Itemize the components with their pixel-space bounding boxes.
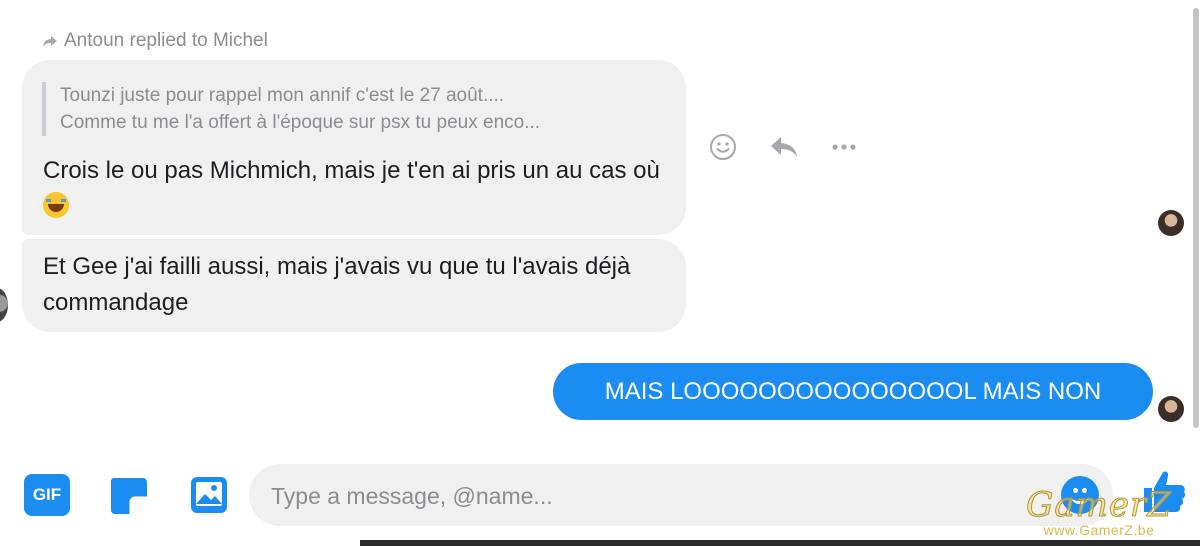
message-bubble-outgoing[interactable]: MAIS LOOOOOOOOOOOOOOOL MAIS NON <box>553 363 1153 420</box>
quoted-message[interactable]: Tounzi juste pour rappel mon annif c'est… <box>42 82 660 136</box>
scrollbar[interactable] <box>1192 0 1200 440</box>
avatar-left-partial <box>0 288 8 322</box>
gif-label: GIF <box>32 485 62 504</box>
message-bubble-incoming[interactable]: Et Gee j'ai failli aussi, mais j'avais v… <box>22 239 686 332</box>
composer-tools: GIF <box>24 473 232 517</box>
message-2-text: Et Gee j'ai failli aussi, mais j'avais v… <box>43 253 631 316</box>
message-actions <box>708 131 858 163</box>
tears-of-joy-emoji-icon <box>43 192 69 218</box>
gif-icon: GIF <box>24 474 70 516</box>
message-bubble-incoming[interactable]: Tounzi juste pour rappel mon annif c'est… <box>22 60 686 235</box>
message-input[interactable] <box>269 476 1033 516</box>
bottom-bar <box>360 540 1200 546</box>
avatar[interactable] <box>1158 210 1184 236</box>
avatar[interactable] <box>1158 396 1184 422</box>
message-1-text: Crois le ou pas Michmich, mais je t'en a… <box>43 157 660 184</box>
sticker-button[interactable] <box>105 473 151 517</box>
image-icon <box>191 477 227 513</box>
gif-button[interactable]: GIF <box>24 473 70 517</box>
reply-header: Antoun replied to Michel <box>42 29 268 53</box>
photo-button[interactable] <box>186 473 232 517</box>
message-input-wrapper[interactable] <box>249 464 1113 526</box>
reply-icon[interactable] <box>768 132 800 162</box>
reply-header-text: Antoun replied to Michel <box>64 30 268 51</box>
smiley-icon[interactable] <box>708 132 738 162</box>
watermark: GamerZ www.GamerZ.be <box>1014 485 1184 539</box>
quoted-line-1: Tounzi juste pour rappel mon annif c'est… <box>60 85 505 106</box>
sticker-icon <box>110 478 147 514</box>
watermark-brand: GamerZ <box>1026 485 1172 525</box>
message-out-text: MAIS LOOOOOOOOOOOOOOOL MAIS NON <box>604 378 1102 405</box>
message-text: Crois le ou pas Michmich, mais je t'en a… <box>43 153 673 225</box>
quoted-line-2: Comme tu me l'a offert à l'époque sur ps… <box>60 112 541 133</box>
more-icon[interactable] <box>830 132 858 162</box>
reply-arrow-icon <box>43 36 57 47</box>
